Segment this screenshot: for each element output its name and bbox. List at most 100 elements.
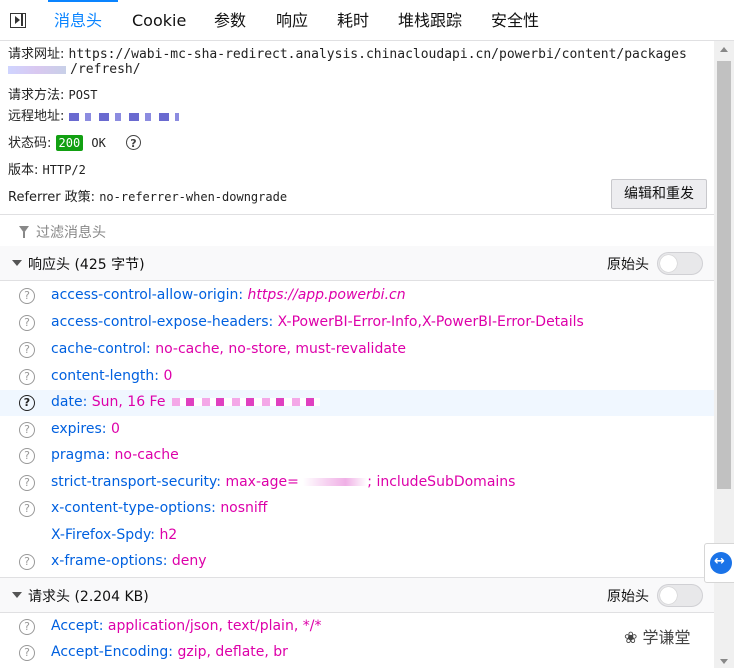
help-icon[interactable]: ?	[19, 448, 35, 464]
header-name: Accept:	[51, 618, 104, 634]
header-row[interactable]: ? access-control-allow-origin: https://a…	[0, 283, 714, 309]
header-row[interactable]: ? Accept-Encoding: gzip, deflate, br	[0, 640, 714, 666]
header-value: nosniff	[220, 500, 268, 516]
version-label: 版本:	[8, 163, 39, 178]
header-value: no-cache	[114, 447, 179, 463]
request-method-line: 请求方法: POST	[8, 84, 97, 103]
tab-headers[interactable]: 消息头	[48, 0, 118, 40]
help-icon[interactable]: ?	[19, 395, 35, 411]
scroll-down-icon[interactable]	[720, 659, 728, 664]
redacted-text	[8, 65, 66, 74]
tab-security[interactable]: 安全性	[491, 0, 539, 40]
tab-timings[interactable]: 耗时	[337, 0, 369, 40]
remote-address-line: 远程地址:	[8, 105, 179, 124]
help-icon[interactable]: ?	[19, 645, 35, 661]
filter-bar[interactable]: 过滤消息头	[0, 214, 714, 247]
scrollbar-thumb[interactable]	[717, 61, 731, 489]
help-icon[interactable]: ?	[19, 315, 35, 331]
response-headers-section[interactable]: 响应头 (425 字节) 原始头	[0, 246, 714, 281]
status-code-badge: 200	[55, 135, 84, 151]
header-row[interactable]: ? expires: 0	[0, 417, 714, 443]
header-name: strict-transport-security:	[51, 474, 222, 490]
tab-response[interactable]: 响应	[276, 0, 308, 40]
remote-control-badge[interactable]	[704, 543, 734, 583]
toggle-knob	[660, 255, 677, 272]
request-headers-title: 请求头 (2.204 KB)	[28, 589, 149, 605]
wechat-icon: ❀	[624, 628, 638, 647]
version-value: HTTP/2	[42, 163, 86, 177]
header-value: 0	[163, 368, 173, 384]
header-name: x-content-type-options:	[51, 500, 216, 516]
redacted-text	[68, 112, 179, 121]
help-icon[interactable]: ?	[19, 422, 35, 438]
header-value: Sun, 16 Fe	[91, 394, 166, 410]
status-text: OK	[91, 136, 106, 150]
header-row[interactable]: ? pragma: no-cache	[0, 443, 714, 469]
tab-bar: 消息头 Cookie 参数 响应 耗时 堆栈跟踪 安全性	[0, 0, 734, 41]
referrer-policy-value: no-referrer-when-downgrade	[99, 190, 288, 204]
tab-stack-trace[interactable]: 堆栈跟踪	[398, 0, 462, 40]
raw-headers-toggle[interactable]	[657, 584, 703, 607]
header-value: max-age=	[225, 474, 299, 490]
header-row[interactable]: ? cache-control: no-cache, no-store, mus…	[0, 337, 714, 363]
header-name: x-frame-options:	[51, 553, 168, 569]
help-icon[interactable]: ?	[19, 475, 35, 491]
request-url-value-cont: /refresh/	[70, 62, 141, 77]
header-name: expires:	[51, 421, 107, 437]
scroll-up-icon[interactable]	[720, 47, 728, 52]
tab-params[interactable]: 参数	[214, 0, 246, 40]
header-row[interactable]: ? access-control-expose-headers: X-Power…	[0, 310, 714, 336]
header-value: application/json, text/plain, */*	[107, 618, 322, 634]
header-value: no-cache, no-store, must-revalidate	[155, 341, 407, 357]
headers-panel: 请求网址: https://wabi-mc-sha-redirect.analy…	[0, 41, 714, 668]
request-url-label: 请求网址:	[8, 47, 65, 62]
remote-address-label: 远程地址:	[8, 109, 65, 124]
help-icon[interactable]: ?	[19, 554, 35, 570]
header-row[interactable]: ? date: Sun, 16 Fe	[0, 390, 714, 416]
toggle-knob	[660, 587, 677, 604]
help-icon[interactable]: ?	[19, 619, 35, 635]
help-icon[interactable]: ?	[19, 342, 35, 358]
header-value: https://app.powerbi.cn	[247, 287, 406, 303]
status-label: 状态码:	[8, 136, 52, 151]
raw-headers-label: 原始头	[607, 257, 649, 273]
help-icon[interactable]: ?	[19, 501, 35, 517]
help-icon[interactable]: ?	[19, 369, 35, 385]
header-name: access-control-expose-headers:	[51, 314, 274, 330]
header-row[interactable]: ? x-frame-options: deny	[0, 549, 714, 575]
request-url-cont-line: /refresh/	[8, 62, 141, 77]
request-method-label: 请求方法:	[8, 88, 65, 103]
request-url-line: 请求网址: https://wabi-mc-sha-redirect.analy…	[8, 43, 687, 62]
filter-icon	[19, 226, 29, 238]
header-name: X-Firefox-Spdy:	[51, 527, 155, 543]
raw-headers-toggle[interactable]	[657, 252, 703, 275]
header-value: X-PowerBI-Error-Info,X-PowerBI-Error-Det…	[277, 314, 584, 330]
toggle-sidebar-icon[interactable]	[10, 13, 26, 28]
teamviewer-icon	[710, 552, 732, 574]
collapse-triangle-icon[interactable]	[12, 592, 22, 598]
header-name: content-length:	[51, 368, 159, 384]
request-headers-section[interactable]: 请求头 (2.204 KB) 原始头	[0, 577, 714, 613]
status-line: 状态码: 200 OK ?	[8, 132, 141, 151]
request-method-value: POST	[68, 88, 98, 102]
filter-input[interactable]: 过滤消息头	[36, 222, 106, 242]
watermark: ❀ 学谦堂	[624, 624, 691, 648]
header-name: access-control-allow-origin:	[51, 287, 244, 303]
header-value-cont: ; includeSubDomains	[367, 474, 516, 490]
raw-headers-label: 原始头	[607, 589, 649, 605]
request-url-value: https://wabi-mc-sha-redirect.analysis.ch…	[68, 47, 687, 62]
header-row[interactable]: X-Firefox-Spdy: h2	[0, 523, 714, 549]
header-row[interactable]: ? content-length: 0	[0, 364, 714, 390]
redacted-text	[303, 478, 368, 486]
tab-cookie[interactable]: Cookie	[132, 0, 186, 40]
header-row[interactable]: ? x-content-type-options: nosniff	[0, 496, 714, 522]
header-row[interactable]: ? strict-transport-security: max-age= ; …	[0, 470, 714, 496]
help-icon[interactable]: ?	[125, 135, 141, 150]
help-icon[interactable]: ?	[19, 288, 35, 304]
collapse-triangle-icon[interactable]	[12, 260, 22, 266]
header-value: gzip, deflate, br	[177, 644, 288, 660]
header-name: pragma:	[51, 447, 111, 463]
edit-resend-button[interactable]: 编辑和重发	[611, 179, 707, 209]
header-row[interactable]: ? Accept: application/json, text/plain, …	[0, 614, 714, 640]
header-name: cache-control:	[51, 341, 151, 357]
